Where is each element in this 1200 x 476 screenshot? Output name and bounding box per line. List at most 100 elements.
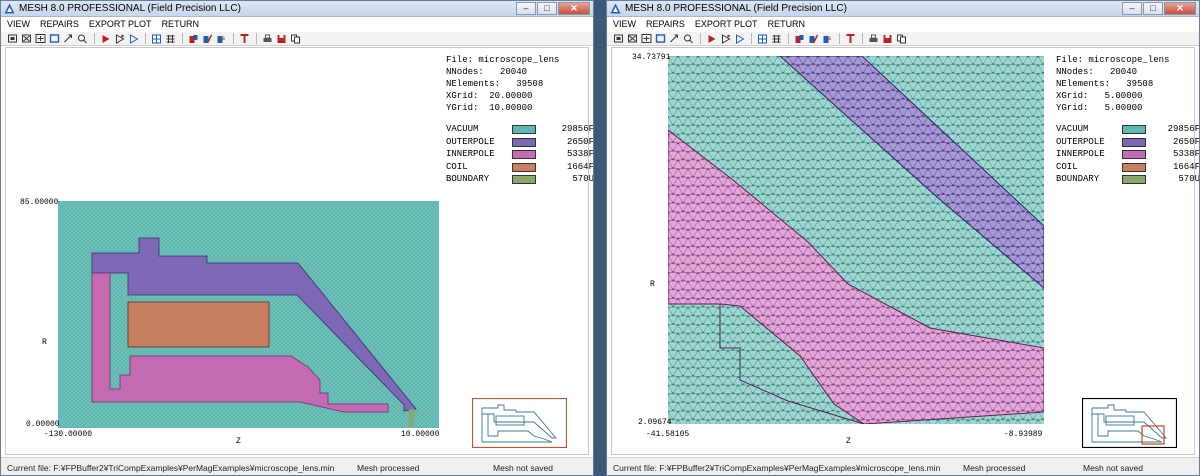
grid-icon[interactable] xyxy=(756,33,768,44)
query-icon[interactable] xyxy=(682,33,694,44)
legend-name: COIL xyxy=(1056,161,1078,172)
zoom-window-icon[interactable] xyxy=(6,33,18,44)
minimize-button[interactable]: – xyxy=(1122,2,1142,15)
status-bar: Current file: F:¥FPBuffer2¥TriCompExampl… xyxy=(1,457,593,475)
overview-thumbnail[interactable] xyxy=(472,398,567,448)
plot-canvas[interactable]: File: microscope_lens NNodes: 20040 NEleme… xyxy=(611,47,1199,455)
mesh-plot-zoom[interactable] xyxy=(668,56,1044,424)
legend-swatch xyxy=(1122,162,1146,172)
legend-row-innerpole: INNERPOLE 5338F xyxy=(1056,149,1199,162)
zoom-out-icon[interactable] xyxy=(20,33,32,44)
zoom-fit-icon[interactable] xyxy=(48,33,60,44)
plot-canvas[interactable]: File: microscope_lens NNodes: 20040 NEleme… xyxy=(5,47,593,455)
legend-swatch xyxy=(512,137,536,147)
svg-text:a: a xyxy=(827,36,831,42)
legend-swatch xyxy=(512,162,536,172)
info-nelements: NElements: 39508 xyxy=(1056,79,1154,89)
copy-icon[interactable] xyxy=(289,33,301,44)
mesh-window-right: MESH 8.0 PROFESSIONAL (Field Precision L… xyxy=(606,0,1200,476)
mesh-plot-full[interactable] xyxy=(58,201,439,428)
save-icon[interactable] xyxy=(275,33,287,44)
print-icon[interactable] xyxy=(867,33,879,44)
table-icon[interactable] xyxy=(770,33,782,44)
region-icon[interactable] xyxy=(793,33,805,44)
menu-export-plot[interactable]: EXPORT PLOT xyxy=(89,18,152,31)
status-saved: Mesh not saved xyxy=(1083,463,1144,473)
pan-icon[interactable] xyxy=(62,33,74,44)
title-bar[interactable]: MESH 8.0 PROFESSIONAL (Field Precision L… xyxy=(1,1,593,17)
toolbar-separator xyxy=(788,33,789,44)
text-icon[interactable] xyxy=(238,33,250,44)
material-icon[interactable] xyxy=(807,33,819,44)
zoom-full-icon[interactable] xyxy=(640,33,652,44)
legend-count: 570U xyxy=(1178,174,1200,184)
minimize-button[interactable]: – xyxy=(516,2,536,15)
node-icon[interactable]: a xyxy=(215,33,227,44)
title-bar[interactable]: MESH 8.0 PROFESSIONAL (Field Precision L… xyxy=(607,1,1199,17)
y-max-label: 85.00000 xyxy=(20,198,59,207)
y-axis-label: R xyxy=(42,338,47,347)
status-saved: Mesh not saved xyxy=(493,463,554,473)
info-nnodes: NNodes: 20040 xyxy=(446,67,528,77)
menu-return[interactable]: RETURN xyxy=(162,18,200,31)
legend-swatch xyxy=(1122,125,1146,134)
save-icon[interactable] xyxy=(881,33,893,44)
query-icon[interactable] xyxy=(76,33,88,44)
app-logo-icon xyxy=(4,3,15,14)
x-min-label: -130.00000 xyxy=(44,430,93,439)
menu-repairs[interactable]: REPAIRS xyxy=(646,18,685,31)
move-icon[interactable] xyxy=(113,33,125,44)
toolbar-separator xyxy=(751,33,752,44)
legend-row-boundary: BOUNDARY 570U xyxy=(446,174,593,187)
zoom-fit-icon[interactable] xyxy=(654,33,666,44)
select-icon[interactable] xyxy=(127,33,139,44)
zoom-full-icon[interactable] xyxy=(34,33,46,44)
menu-return[interactable]: RETURN xyxy=(768,18,806,31)
legend-name: COIL xyxy=(446,161,468,172)
info-file: File: microscope_lens xyxy=(446,55,560,65)
legend-count: 2650F xyxy=(1172,136,1200,147)
y-min-label: 2.09674 xyxy=(638,418,672,427)
select-icon[interactable] xyxy=(733,33,745,44)
zoom-window-icon[interactable] xyxy=(612,33,624,44)
copy-icon[interactable] xyxy=(895,33,907,44)
region-boundary xyxy=(409,409,414,427)
y-max-label: 34.73791 xyxy=(632,53,671,62)
toolbar-separator xyxy=(700,33,701,44)
x-max-label: -8.93989 xyxy=(1004,430,1043,439)
legend-swatch xyxy=(512,125,536,134)
arrow-icon[interactable] xyxy=(99,33,111,44)
maximize-button[interactable]: □ xyxy=(537,2,557,15)
print-icon[interactable] xyxy=(261,33,273,44)
legend-swatch xyxy=(1122,175,1146,184)
status-mesh: Mesh processed xyxy=(357,463,420,473)
move-icon[interactable] xyxy=(719,33,731,44)
maximize-button[interactable]: □ xyxy=(1143,2,1163,15)
menu-export-plot[interactable]: EXPORT PLOT xyxy=(695,18,758,31)
zoom-out-icon[interactable] xyxy=(626,33,638,44)
node-icon[interactable]: a xyxy=(821,33,833,44)
arrow-icon[interactable] xyxy=(705,33,717,44)
x-axis-label: Z xyxy=(846,437,851,446)
pan-icon[interactable] xyxy=(668,33,680,44)
toolbar-separator xyxy=(839,33,840,44)
info-ygrid: YGrid: 10.00000 xyxy=(446,103,533,113)
toolbar-separator xyxy=(182,33,183,44)
y-axis-label: R xyxy=(650,280,655,289)
region-legend: VACUUM 29856F OUTERPOLE 2650F INNERPOLE 5338F… xyxy=(446,124,593,187)
menu-view[interactable]: VIEW xyxy=(613,18,636,31)
grid-icon[interactable] xyxy=(150,33,162,44)
mesh-window-left: MESH 8.0 PROFESSIONAL (Field Precision L… xyxy=(0,0,594,476)
menu-view[interactable]: VIEW xyxy=(7,18,30,31)
overview-thumbnail[interactable] xyxy=(1082,398,1177,448)
text-icon[interactable] xyxy=(844,33,856,44)
close-button[interactable]: ✕ xyxy=(1164,2,1196,15)
region-icon[interactable] xyxy=(187,33,199,44)
legend-row-innerpole: INNERPOLE 5338F xyxy=(446,149,593,162)
close-button[interactable]: ✕ xyxy=(558,2,590,15)
table-icon[interactable] xyxy=(164,33,176,44)
material-icon[interactable] xyxy=(201,33,213,44)
legend-swatch xyxy=(512,150,536,159)
menu-repairs[interactable]: REPAIRS xyxy=(40,18,79,31)
legend-name: INNERPOLE xyxy=(1056,149,1105,159)
